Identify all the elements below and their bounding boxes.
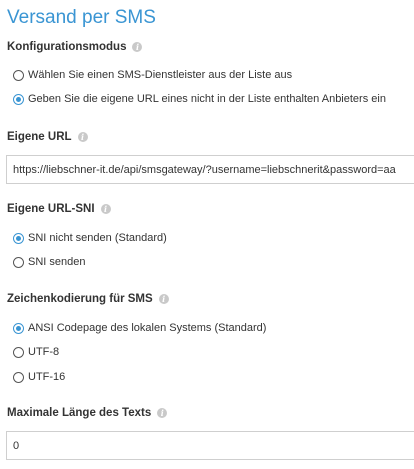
radio-button[interactable] [13, 69, 24, 81]
max-length-label: Maximale Länge des Texts i [7, 405, 168, 421]
radio-button-selected[interactable] [13, 93, 24, 105]
encoding-label: Zeichenkodierung für SMS i [7, 291, 169, 307]
info-icon[interactable]: i [100, 204, 111, 214]
radio-label: SNI nicht senden (Standard) [28, 232, 167, 244]
radio-label: Geben Sie die eigene URL eines nicht in … [28, 93, 386, 105]
radio-button[interactable] [13, 346, 24, 358]
config-mode-option-custom-url[interactable]: Geben Sie die eigene URL eines nicht in … [13, 91, 386, 107]
info-icon[interactable]: i [77, 132, 88, 142]
custom-url-sni-label-text: Eigene URL-SNI [7, 203, 95, 215]
custom-url-label-text: Eigene URL [7, 131, 72, 143]
config-mode-label-text: Konfigurationsmodus [7, 41, 127, 53]
info-icon[interactable]: i [132, 42, 143, 52]
radio-label: Wählen Sie einen SMS-Dienstleister aus d… [28, 69, 293, 81]
encoding-label-text: Zeichenkodierung für SMS [7, 293, 153, 305]
encoding-option-utf16[interactable]: UTF-16 [13, 369, 65, 385]
radio-label: UTF-16 [28, 371, 66, 383]
info-icon[interactable]: i [158, 294, 169, 304]
radio-button[interactable] [13, 256, 24, 268]
config-mode-option-provider-list[interactable]: Wählen Sie einen SMS-Dienstleister aus d… [13, 67, 292, 83]
max-length-label-text: Maximale Länge des Texts [7, 407, 152, 419]
sni-option-dont-send[interactable]: SNI nicht senden (Standard) [13, 230, 167, 246]
radio-button[interactable] [13, 371, 24, 383]
max-length-input[interactable] [6, 431, 414, 460]
encoding-option-utf8[interactable]: UTF-8 [13, 344, 59, 360]
custom-url-label: Eigene URL i [7, 129, 88, 145]
page-title: Versand per SMS [7, 7, 156, 28]
radio-label: ANSI Codepage des lokalen Systems (Stand… [28, 322, 267, 334]
custom-url-input[interactable] [6, 155, 414, 184]
encoding-option-ansi[interactable]: ANSI Codepage des lokalen Systems (Stand… [13, 320, 266, 336]
config-mode-label: Konfigurationsmodus i [7, 39, 143, 55]
radio-button-selected[interactable] [13, 232, 24, 244]
custom-url-sni-label: Eigene URL-SNI i [7, 201, 111, 217]
info-icon[interactable]: i [157, 408, 168, 418]
radio-label: SNI senden [28, 256, 86, 268]
sni-option-send[interactable]: SNI senden [13, 254, 85, 270]
radio-label: UTF-8 [28, 346, 60, 358]
radio-button-selected[interactable] [13, 322, 24, 334]
sms-settings-page: Versand per SMS Konfigurationsmodus i Wä… [0, 0, 414, 469]
